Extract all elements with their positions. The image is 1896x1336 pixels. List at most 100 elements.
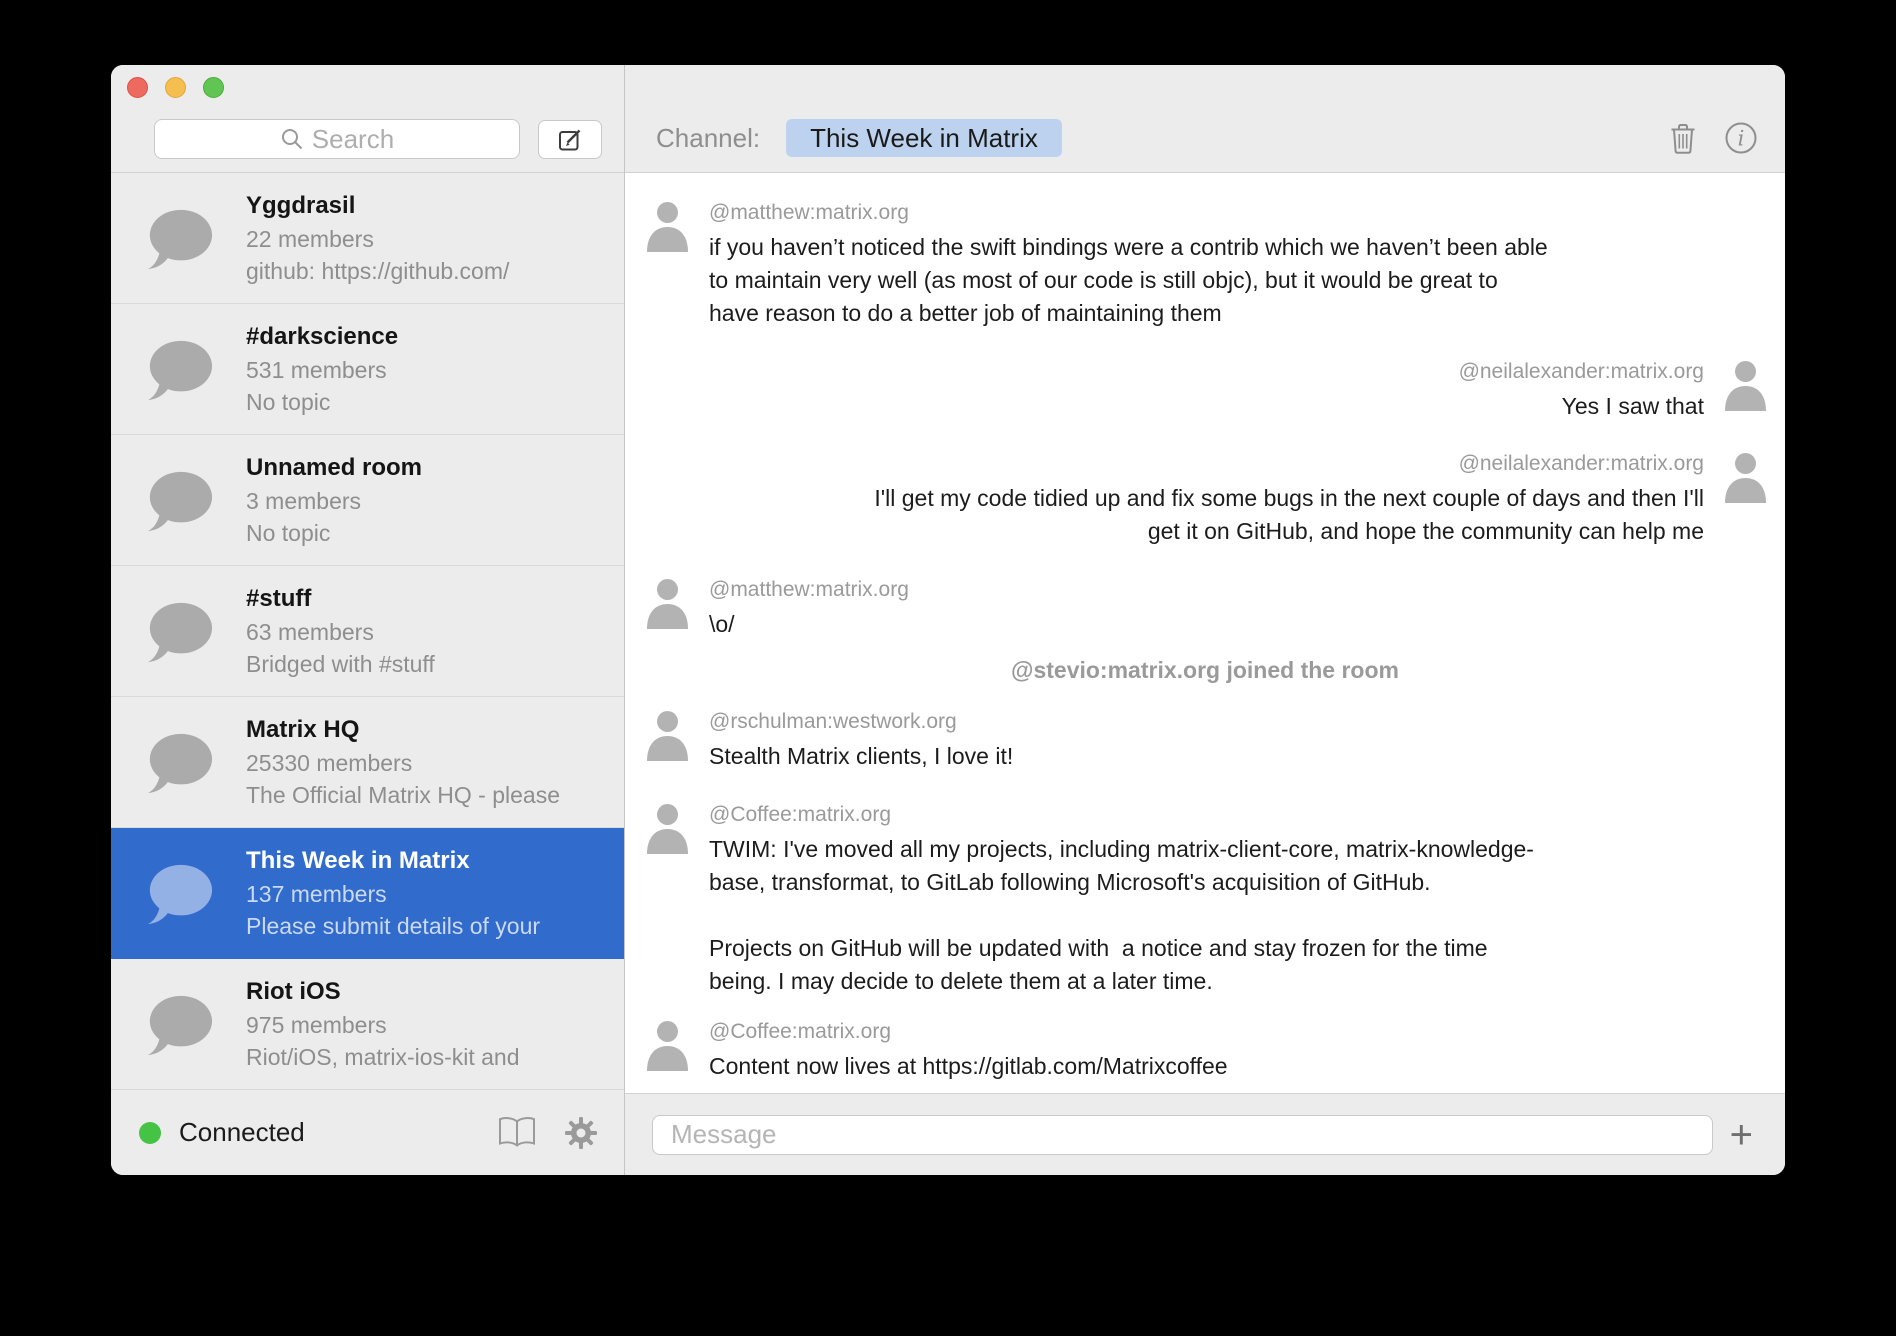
message-text-line: I'll get my code tidied up and fix some … [645, 482, 1704, 515]
message-text-line: Yes I saw that [645, 390, 1704, 423]
room-member-count: 63 members [246, 616, 616, 648]
room-list-item--darkscience[interactable]: #darkscience 531 members No topic [111, 304, 624, 435]
room-topic: Riot/iOS, matrix-ios-kit and [246, 1041, 616, 1073]
user-avatar [645, 801, 690, 859]
room-member-count: 25330 members [246, 747, 616, 779]
channel-label: Channel: [656, 123, 760, 154]
trash-icon [1667, 120, 1699, 156]
sidebar: Search Yggdrasil 22 members g [111, 65, 625, 1175]
message-group: @Coffee:matrix.org TWIM: I've moved all … [625, 801, 1785, 998]
connection-status-icon [139, 1122, 161, 1144]
bookmarks-button[interactable] [497, 1116, 537, 1149]
room-list-item-matrix-hq[interactable]: Matrix HQ 25330 members The Official Mat… [111, 697, 624, 828]
compose-button[interactable] [538, 120, 602, 159]
message-sender: @rschulman:westwork.org [709, 708, 1768, 736]
minimize-button[interactable] [165, 77, 186, 98]
room-avatar-speech-bubble-icon [144, 993, 214, 1062]
user-avatar [1723, 450, 1768, 508]
room-list-item-yggdrasil[interactable]: Yggdrasil 22 members github: https://git… [111, 173, 624, 304]
add-attachment-button[interactable]: + [1720, 1115, 1763, 1155]
message-group: @matthew:matrix.org \o/ [625, 576, 1785, 641]
user-avatar [1723, 358, 1768, 416]
room-avatar-speech-bubble-icon [144, 600, 214, 669]
message-text-line: get it on GitHub, and hope the community… [645, 515, 1704, 548]
titlebar: Search [111, 65, 624, 173]
message-text-line: Content now lives at https://gitlab.com/… [709, 1050, 1768, 1083]
room-avatar-speech-bubble-icon [144, 469, 214, 538]
room-avatar-speech-bubble-icon [144, 862, 214, 931]
room-name: #darkscience [246, 320, 616, 354]
message-group: @Coffee:matrix.org Content now lives at … [625, 1018, 1785, 1083]
message-sender: @matthew:matrix.org [709, 199, 1768, 227]
window-controls [127, 77, 224, 98]
room-avatar-speech-bubble-icon [144, 338, 214, 407]
compose-icon [557, 126, 584, 153]
room-name: Matrix HQ [246, 713, 616, 747]
info-icon: i [1723, 120, 1759, 156]
desktop-background: Search Yggdrasil 22 members g [0, 0, 1896, 1336]
status-bar: Connected [111, 1090, 624, 1175]
close-button[interactable] [127, 77, 148, 98]
room-info-button[interactable]: i [1723, 120, 1759, 156]
user-avatar [645, 1018, 690, 1076]
message-input[interactable]: Message [652, 1115, 1713, 1155]
room-member-count: 975 members [246, 1009, 616, 1041]
book-icon [497, 1116, 537, 1149]
search-placeholder: Search [312, 124, 394, 155]
channel-header: Channel: This Week in Matrix [625, 65, 1785, 173]
chat-pane: Channel: This Week in Matrix [625, 65, 1785, 1175]
message-group: @matthew:matrix.org if you haven’t notic… [625, 199, 1785, 330]
room-member-count: 3 members [246, 485, 616, 517]
message-text-line: Stealth Matrix clients, I love it! [709, 740, 1768, 773]
message-text-line: if you haven’t noticed the swift binding… [709, 231, 1768, 264]
settings-button[interactable] [563, 1115, 599, 1151]
zoom-button[interactable] [203, 77, 224, 98]
channel-token[interactable]: This Week in Matrix [786, 119, 1062, 157]
system-message: @stevio:matrix.org joined the room [625, 654, 1785, 687]
message-text-line: Projects on GitHub will be updated with … [709, 932, 1768, 965]
message-text-line: have reason to do a better job of mainta… [709, 297, 1768, 330]
room-name: #stuff [246, 582, 616, 616]
composer: Message + [625, 1093, 1785, 1175]
room-list-item-unnamed-room[interactable]: Unnamed room 3 members No topic [111, 435, 624, 566]
room-list-item-riot-ios[interactable]: Riot iOS 975 members Riot/iOS, matrix-io… [111, 959, 624, 1090]
message-sender: @neilalexander:matrix.org [645, 450, 1704, 478]
search-input[interactable]: Search [154, 119, 520, 159]
message-text-line [709, 899, 1768, 932]
room-name: This Week in Matrix [246, 844, 616, 878]
user-avatar [645, 199, 690, 257]
room-avatar-speech-bubble-icon [144, 731, 214, 800]
user-avatar [645, 576, 690, 634]
message-group: @rschulman:westwork.org Stealth Matrix c… [625, 708, 1785, 773]
delete-room-button[interactable] [1667, 120, 1699, 156]
room-list-item-this-week-in-matrix[interactable]: This Week in Matrix 137 members Please s… [111, 828, 624, 959]
room-topic: Bridged with #stuff [246, 648, 616, 680]
room-name: Unnamed room [246, 451, 616, 485]
message-group: @neilalexander:matrix.org I'll get my co… [625, 450, 1785, 548]
message-group: @neilalexander:matrix.org Yes I saw that [625, 358, 1785, 423]
message-sender: @matthew:matrix.org [709, 576, 1768, 604]
message-sender: @Coffee:matrix.org [709, 801, 1768, 829]
message-sender: @Coffee:matrix.org [709, 1018, 1768, 1046]
room-topic: No topic [246, 386, 616, 418]
app-window: Search Yggdrasil 22 members g [111, 65, 1785, 1175]
room-member-count: 531 members [246, 354, 616, 386]
message-placeholder: Message [671, 1119, 777, 1150]
room-topic: github: https://github.com/ [246, 255, 616, 287]
message-sender: @neilalexander:matrix.org [645, 358, 1704, 386]
room-name: Riot iOS [246, 975, 616, 1009]
gear-icon [563, 1115, 599, 1151]
room-member-count: 137 members [246, 878, 616, 910]
room-member-count: 22 members [246, 223, 616, 255]
user-avatar [645, 708, 690, 766]
message-text-line: being. I may decide to delete them at a … [709, 965, 1768, 998]
message-text-line: base, transformat, to GitLab following M… [709, 866, 1768, 899]
room-topic: The Official Matrix HQ - please [246, 779, 616, 811]
message-list: @matthew:matrix.org if you haven’t notic… [625, 173, 1785, 1093]
room-list-item--stuff[interactable]: #stuff 63 members Bridged with #stuff [111, 566, 624, 697]
room-topic: No topic [246, 517, 616, 549]
room-topic: Please submit details of your [246, 910, 616, 942]
room-list: Yggdrasil 22 members github: https://git… [111, 173, 624, 1090]
room-name: Yggdrasil [246, 189, 616, 223]
room-avatar-speech-bubble-icon [144, 207, 214, 276]
